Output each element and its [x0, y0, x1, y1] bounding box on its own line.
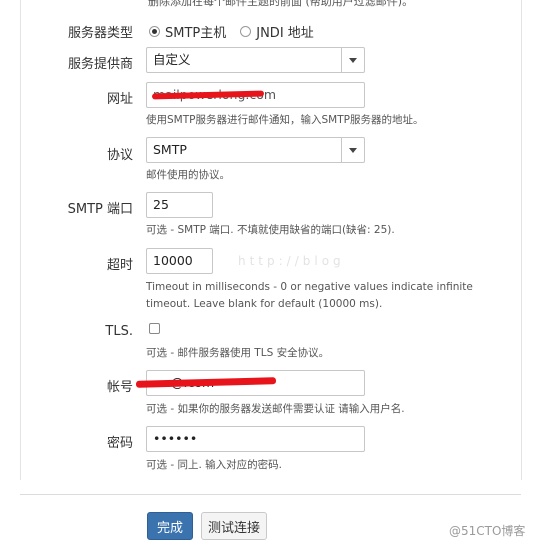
port-input[interactable]: 25 — [146, 192, 213, 218]
form-divider — [20, 494, 521, 495]
password-label: 密码 — [106, 436, 133, 451]
timeout-label: 超时 — [106, 258, 133, 273]
timeout-input[interactable]: 10000 — [146, 248, 213, 274]
top-help-text: 删除添加在每个邮件主题的前面 (帮助用户过滤邮件)。 — [148, 0, 414, 8]
host-label: 网址 — [106, 92, 133, 107]
host-help: 使用SMTP服务器进行邮件通知，输入SMTP服务器的地址。 — [146, 114, 424, 126]
account-label: 帐号 — [106, 380, 133, 395]
protocol-label: 协议 — [106, 148, 133, 163]
protocol-select[interactable]: SMTP — [146, 137, 365, 163]
smtp-radio-label[interactable]: SMTP主机 — [165, 22, 226, 41]
jndi-radio[interactable] — [240, 26, 252, 37]
site-watermark: @51CTO博客 — [449, 524, 526, 538]
protocol-help: 邮件使用的协议。 — [146, 169, 230, 181]
jndi-radio-label[interactable]: JNDI 地址 — [256, 22, 314, 41]
port-label: SMTP 端口 — [67, 202, 133, 217]
form-right-border — [521, 0, 522, 480]
submit-button[interactable]: 完成 — [147, 512, 193, 540]
chevron-down-icon — [349, 57, 357, 63]
provider-select-value: 自定义 — [153, 52, 191, 67]
server-type-label: 服务器类型 — [67, 26, 133, 41]
password-help: 可选 - 同上. 输入对应的密码. — [146, 459, 282, 471]
faint-watermark: http://blog — [238, 254, 345, 268]
password-input[interactable]: •••••• — [146, 426, 365, 452]
tls-help: 可选 - 邮件服务器使用 TLS 安全协议。 — [146, 347, 330, 359]
test-connection-button[interactable]: 测试连接 — [201, 512, 267, 540]
smtp-radio[interactable] — [149, 26, 160, 37]
provider-label: 服务提供商 — [67, 57, 133, 72]
protocol-select-value: SMTP — [153, 142, 187, 157]
provider-dropdown-toggle[interactable] — [341, 48, 364, 72]
port-help: 可选 - SMTP 端口. 不填就使用缺省的端口(缺省: 25). — [146, 224, 395, 236]
form-left-border — [20, 0, 21, 480]
server-type-radio-group: SMTP主机 JNDI 地址 — [149, 22, 314, 41]
tls-checkbox[interactable] — [149, 323, 160, 334]
chevron-down-icon — [349, 147, 357, 153]
timeout-help: Timeout in milliseconds - 0 or negative … — [146, 281, 473, 310]
account-help: 可选 - 如果你的服务器发送邮件需要认证 请输入用户名. — [146, 403, 405, 415]
provider-select[interactable]: 自定义 — [146, 47, 365, 73]
protocol-dropdown-toggle[interactable] — [341, 138, 364, 162]
tls-label: TLS. — [105, 324, 133, 339]
